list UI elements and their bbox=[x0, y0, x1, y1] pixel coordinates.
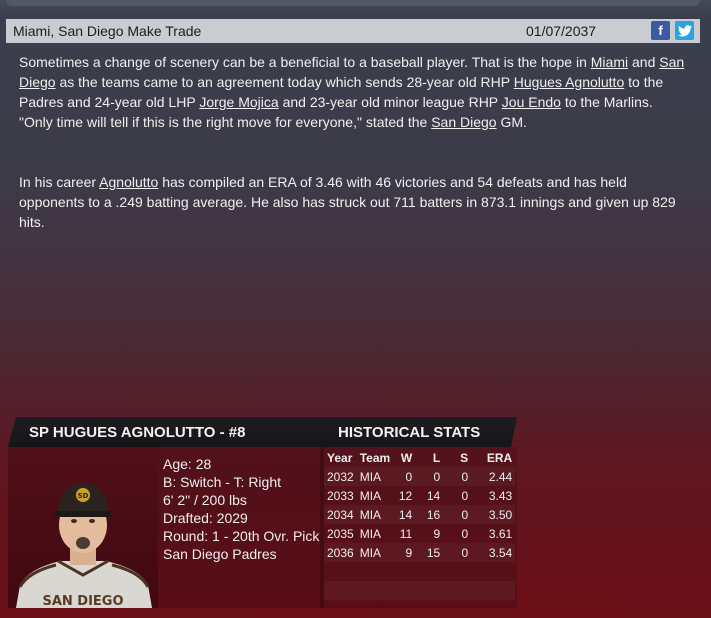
stats-empty-cell bbox=[443, 562, 471, 581]
stats-empty-cell bbox=[324, 581, 357, 600]
article-text: In his career bbox=[19, 174, 100, 190]
top-cap bbox=[6, 0, 700, 6]
stats-cell-era: 3.54 bbox=[471, 543, 516, 562]
player-heading: SP HUGUES AGNOLUTTO - #8 bbox=[29, 424, 246, 441]
stats-empty-cell bbox=[415, 581, 444, 600]
col-w: W bbox=[400, 451, 413, 465]
stats-cell-team: MIA bbox=[359, 526, 382, 541]
article-title: Miami, San Diego Make Trade bbox=[13, 23, 202, 39]
stats-cell-l: 16 bbox=[415, 505, 444, 524]
col-team: Team bbox=[359, 451, 391, 465]
stats-empty-cell bbox=[324, 562, 357, 581]
stats-empty-cell bbox=[471, 581, 516, 600]
top-strip bbox=[0, 0, 711, 18]
stats-row: 2036 MIA 9 15 0 3.54 bbox=[324, 543, 516, 562]
article-text: and 23-year old minor league RHP bbox=[278, 94, 502, 110]
col-year: Year bbox=[327, 451, 353, 465]
stats-cell-team: MIA bbox=[359, 488, 382, 503]
player-age: Age: 28 bbox=[163, 456, 212, 472]
article-link[interactable]: Miami bbox=[591, 54, 628, 70]
stats-empty-row bbox=[324, 581, 516, 600]
twitter-icon[interactable] bbox=[675, 21, 694, 40]
stats-cell-s: 0 bbox=[443, 543, 472, 562]
player-team: San Diego Padres bbox=[163, 546, 277, 562]
stats-row: 2035 MIA 11 9 0 3.61 bbox=[324, 524, 515, 543]
player-draft-round: Round: 1 - 20th Ovr. Pick bbox=[163, 528, 320, 544]
stats-cell-era: 3.61 bbox=[488, 526, 513, 541]
article-body: Sometimes a change of scenery can be a b… bbox=[19, 52, 689, 272]
article-text: GM. bbox=[496, 114, 527, 130]
player-bats-throws: B: Switch - T: Right bbox=[163, 474, 282, 490]
stats-empty-cell bbox=[415, 562, 443, 581]
article-link[interactable]: San Diego bbox=[431, 114, 496, 130]
stats-heading: HISTORICAL STATS bbox=[338, 424, 481, 441]
article-text: and bbox=[628, 54, 660, 70]
article-paragraph-1: Sometimes a change of scenery can be a b… bbox=[19, 52, 689, 132]
stats-cell-team: MIA bbox=[356, 467, 394, 486]
stats-cell-w: 14 bbox=[393, 505, 416, 524]
stats-empty-cell bbox=[393, 581, 416, 600]
col-l: L bbox=[432, 451, 441, 465]
stats-table: Year Team W L S ERA 2032 MIA 0 0 0 2.44 2033 MI… bbox=[324, 449, 516, 600]
stats-cell-year: 2036 bbox=[324, 543, 357, 562]
player-photo: SAN DIEGO SD bbox=[8, 447, 158, 609]
facebook-icon[interactable]: f bbox=[651, 21, 670, 40]
stats-cell-era: 2.44 bbox=[471, 467, 516, 486]
historical-stats: Year Team W L S ERA 2032 MIA 0 0 0 2.44 2033 MI… bbox=[324, 449, 517, 604]
stats-cell-s: 0 bbox=[443, 467, 472, 486]
stats-cell-s: 0 bbox=[443, 505, 472, 524]
stats-cell-team: MIA bbox=[356, 543, 394, 562]
player-card-header: SP HUGUES AGNOLUTTO - #8 HISTORICAL STAT… bbox=[8, 417, 517, 447]
article-link[interactable]: Agnolutto bbox=[99, 174, 158, 190]
jersey-text: SAN DIEGO bbox=[42, 594, 123, 608]
stats-cell-s: 0 bbox=[461, 526, 469, 541]
stats-cell-w: 11 bbox=[399, 526, 413, 541]
stats-cell-year: 2033 bbox=[327, 488, 354, 503]
stats-row: 2034 MIA 14 16 0 3.50 bbox=[324, 505, 516, 524]
player-height-weight: 6' 2" / 200 lbs bbox=[163, 492, 247, 508]
stats-header-row: Year Team W L S ERA bbox=[324, 449, 515, 467]
stats-cell-team: MIA bbox=[356, 505, 394, 524]
stats-empty-cell bbox=[357, 562, 393, 581]
stats-row: 2032 MIA 0 0 0 2.44 bbox=[324, 467, 516, 486]
player-info: Age: 28 B: Switch - T: Right 6' 2" / 200… bbox=[163, 455, 319, 563]
article-link[interactable]: Jorge Mojica bbox=[199, 94, 278, 110]
stats-cell-year: 2035 bbox=[327, 526, 354, 541]
news-header: Miami, San Diego Make Trade 01/07/2037 f bbox=[6, 19, 700, 43]
stats-cell-year: 2032 bbox=[324, 467, 357, 486]
stats-cell-l: 9 bbox=[433, 526, 441, 541]
cap-logo: SD bbox=[78, 492, 89, 500]
col-s: S bbox=[460, 451, 469, 465]
article-paragraph-2: In his career Agnolutto has compiled an … bbox=[19, 172, 689, 232]
stats-cell-l: 0 bbox=[415, 467, 444, 486]
stats-empty-cell bbox=[356, 581, 394, 600]
stats-cell-w: 9 bbox=[393, 543, 416, 562]
stats-cell-w: 12 bbox=[398, 488, 413, 503]
stats-cell-year: 2034 bbox=[324, 505, 357, 524]
article-link[interactable]: Hugues Agnolutto bbox=[514, 74, 625, 90]
stats-cell-era: 3.50 bbox=[471, 505, 516, 524]
stats-empty-cell bbox=[393, 562, 415, 581]
article-text: as the teams came to an agreement today … bbox=[55, 74, 514, 90]
article-link[interactable]: Jou Endo bbox=[502, 94, 561, 110]
article-text: Sometimes a change of scenery can be a b… bbox=[19, 54, 591, 70]
article-date: 01/07/2037 bbox=[526, 23, 597, 39]
stats-cell-era: 3.43 bbox=[488, 488, 513, 503]
stats-cell-l: 14 bbox=[426, 488, 441, 503]
stats-empty-cell bbox=[443, 581, 472, 600]
stats-cell-l: 15 bbox=[415, 543, 444, 562]
col-era: ERA bbox=[486, 451, 513, 465]
stats-cell-w: 0 bbox=[393, 467, 416, 486]
stats-empty-cell bbox=[471, 562, 515, 581]
player-drafted: Drafted: 2029 bbox=[163, 510, 248, 526]
stats-empty-row bbox=[324, 562, 515, 581]
stats-row: 2033 MIA 12 14 0 3.43 bbox=[324, 486, 515, 505]
stats-cell-s: 0 bbox=[461, 488, 469, 503]
